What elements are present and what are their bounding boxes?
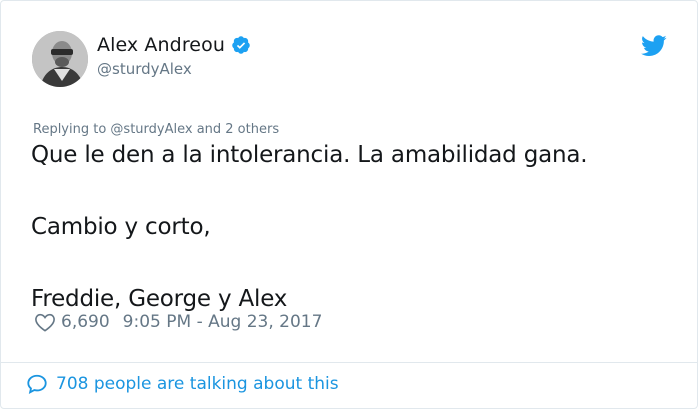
- conversation-link[interactable]: 708 people are talking about this: [26, 373, 339, 395]
- tweet-line: Que le den a la intolerancia. La amabili…: [31, 142, 588, 168]
- divider: [1, 362, 697, 363]
- verified-badge-icon: [232, 36, 250, 54]
- avatar[interactable]: [32, 31, 88, 87]
- author-name[interactable]: Alex Andreou: [97, 34, 225, 56]
- tweet-text: Que le den a la intolerancia. La amabili…: [31, 137, 588, 317]
- tweet-line-blank: [31, 173, 587, 209]
- like-count[interactable]: 6,690: [61, 312, 110, 332]
- tweet-line: Cambio y corto,: [31, 214, 211, 240]
- heart-icon[interactable]: [34, 312, 56, 332]
- replying-to[interactable]: Replying to @sturdyAlex and 2 others: [33, 122, 279, 137]
- tweet-line-blank: [31, 245, 587, 281]
- speech-bubble-icon: [27, 374, 47, 394]
- tweet-timestamp[interactable]: 9:05 PM - Aug 23, 2017: [123, 312, 323, 332]
- tweet-meta: 6,690 9:05 PM - Aug 23, 2017: [34, 312, 322, 332]
- conversation-link-label[interactable]: 708 people are talking about this: [56, 374, 339, 394]
- tweet-card: Alex Andreou @sturdyAlex Replying to @st…: [0, 0, 698, 409]
- author-handle[interactable]: @sturdyAlex: [97, 60, 192, 78]
- twitter-bird-icon[interactable]: [641, 35, 667, 57]
- author-name-row[interactable]: Alex Andreou: [97, 34, 251, 56]
